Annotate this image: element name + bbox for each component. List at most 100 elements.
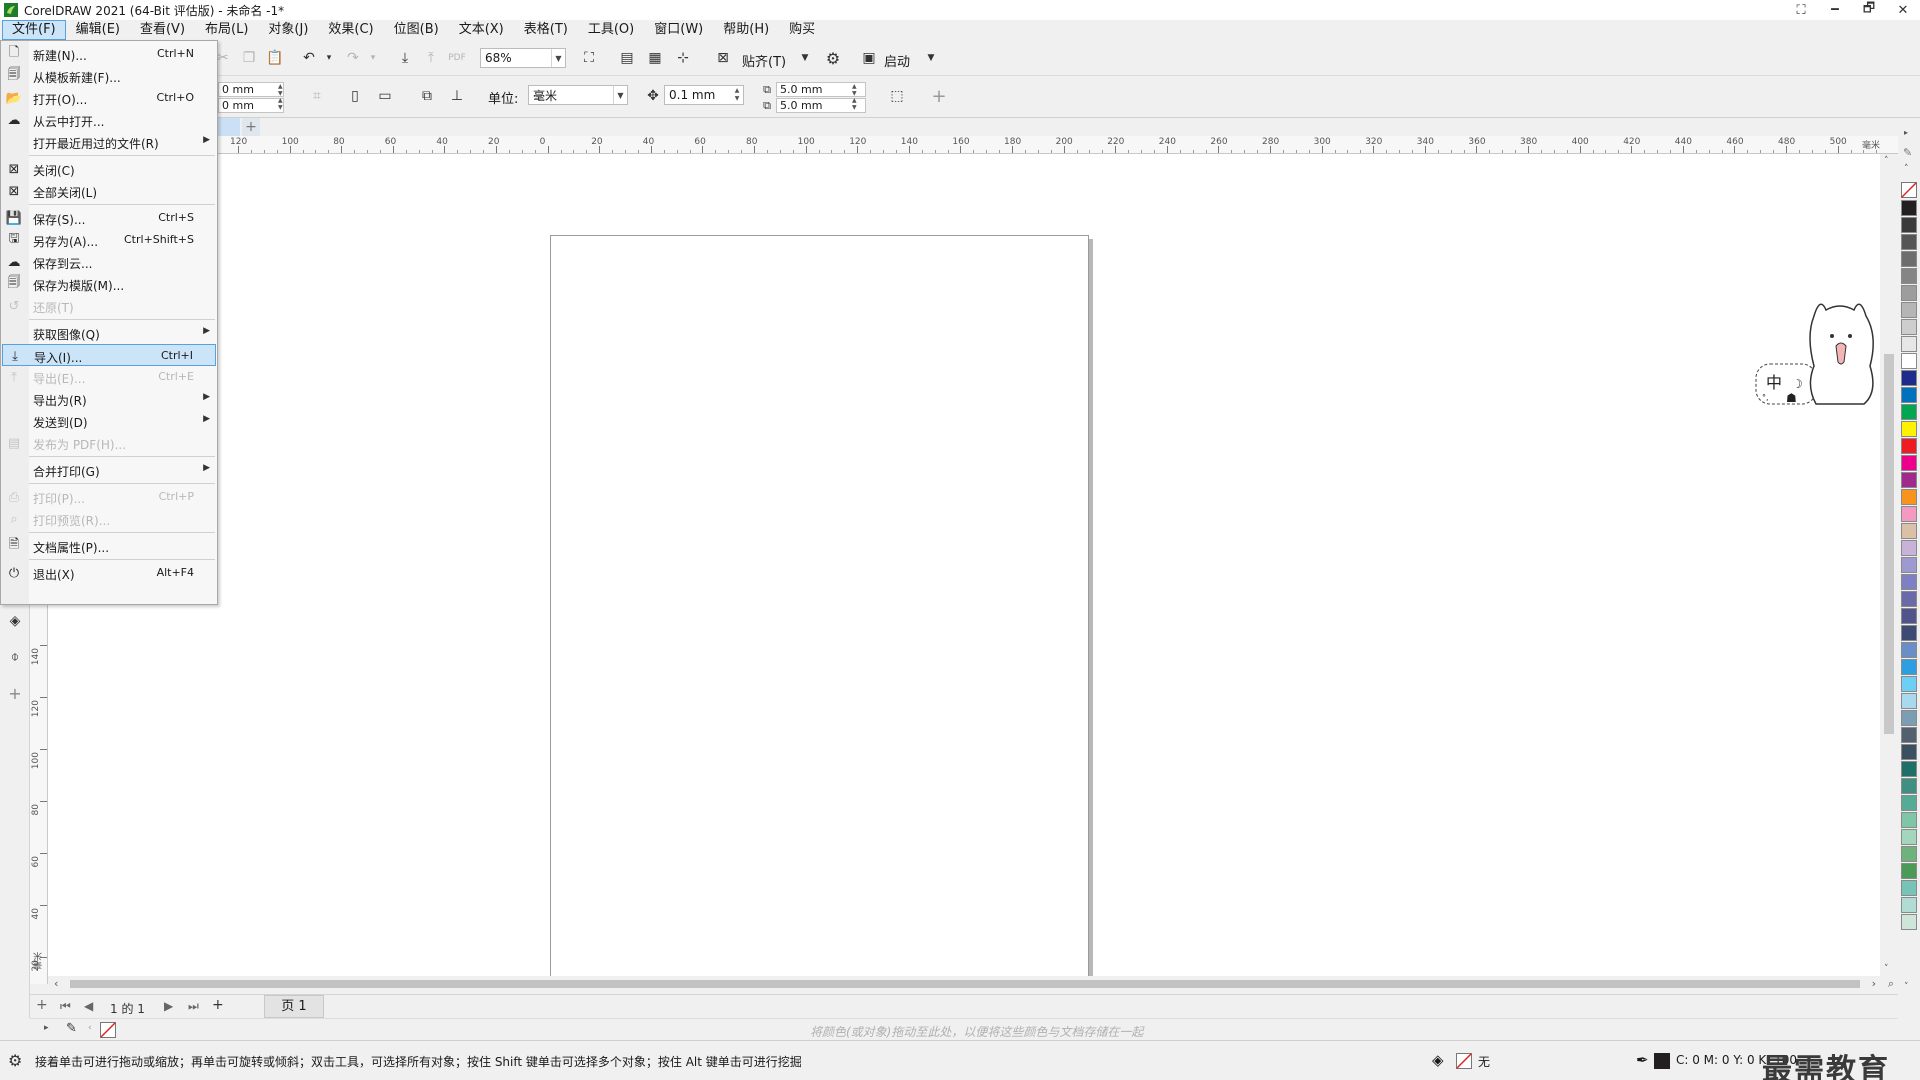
- treat-as-filled-icon[interactable]: ⬚: [886, 85, 908, 107]
- page-tab-1[interactable]: 页 1: [264, 995, 324, 1018]
- color-swatch[interactable]: [1901, 608, 1917, 624]
- file-menu-item[interactable]: 打开最近用过的文件(R) ▶: [2, 131, 216, 153]
- paste-icon[interactable]: 📋: [264, 47, 286, 69]
- palette-scroll-up-icon[interactable]: ˄: [1904, 164, 1909, 174]
- redo-dropdown-icon[interactable]: ▾: [362, 47, 384, 69]
- menu-effects[interactable]: 效果(C): [318, 20, 383, 40]
- outline-color-swatch[interactable]: [1654, 1053, 1670, 1069]
- launch-label[interactable]: 启动: [884, 51, 910, 70]
- nudge-spinner-icon[interactable]: ▲ ▼: [731, 86, 743, 104]
- menu-layout[interactable]: 布局(L): [195, 20, 258, 40]
- palette-eyedropper-icon[interactable]: ✎: [1903, 146, 1912, 159]
- color-swatch[interactable]: [1901, 744, 1917, 760]
- palette-expand-icon[interactable]: ▸: [44, 1023, 49, 1033]
- color-swatch[interactable]: [1901, 676, 1917, 692]
- file-menu-item[interactable]: ⊠ 全部关闭(L): [2, 180, 216, 202]
- snap-off-icon[interactable]: ⊠: [712, 47, 734, 69]
- file-menu-item[interactable]: ☁ 从云中打开...: [2, 109, 216, 131]
- color-swatch[interactable]: [1901, 846, 1917, 862]
- palette-scroll-down-icon[interactable]: ˅: [1904, 982, 1909, 992]
- horizontal-ruler[interactable]: 毫米 120 100 80 60 40 20 0 20 40 60 80 100 120 140 160 18…: [218, 136, 1898, 154]
- add-property-icon[interactable]: +: [928, 85, 950, 107]
- menu-table[interactable]: 表格(T): [514, 20, 578, 40]
- file-menu-item[interactable]: ⤓ 导入(I)... Ctrl+I: [2, 344, 216, 366]
- color-swatch[interactable]: [1901, 642, 1917, 658]
- menu-window[interactable]: 窗口(W): [644, 20, 713, 40]
- file-menu-item[interactable]: 获取图像(Q) ▶: [2, 322, 216, 344]
- copy-icon[interactable]: ❐: [238, 47, 260, 69]
- color-swatch[interactable]: [1901, 506, 1917, 522]
- menu-edit[interactable]: 编辑(E): [66, 20, 130, 40]
- undo-dropdown-icon[interactable]: ▾: [318, 47, 340, 69]
- color-swatch[interactable]: [1901, 523, 1917, 539]
- no-color-swatch[interactable]: [100, 1022, 116, 1038]
- color-swatch[interactable]: [1901, 727, 1917, 743]
- color-swatch[interactable]: [1901, 438, 1917, 454]
- color-swatch[interactable]: [1901, 404, 1917, 420]
- next-page-icon[interactable]: ▶: [164, 999, 173, 1013]
- user-account-icon[interactable]: ⛶: [1784, 0, 1818, 20]
- previous-page-icon[interactable]: ◀: [84, 999, 93, 1013]
- launch-dropdown-icon[interactable]: ▼: [920, 47, 942, 69]
- file-menu-item[interactable]: 🗋 新建(N)... Ctrl+N: [2, 43, 216, 65]
- color-swatch[interactable]: [1901, 268, 1917, 284]
- color-swatch[interactable]: [1901, 659, 1917, 675]
- restore-button[interactable]: 🗗: [1852, 0, 1886, 20]
- vertical-scrollbar[interactable]: ˄ ˅: [1880, 154, 1898, 976]
- file-menu-item[interactable]: 🗐 从模板新建(F)...: [2, 65, 216, 87]
- menu-text[interactable]: 文本(X): [449, 20, 514, 40]
- undo-icon[interactable]: ↶: [298, 47, 320, 69]
- color-swatch[interactable]: [1901, 370, 1917, 386]
- color-swatch[interactable]: [1901, 914, 1917, 930]
- units-select[interactable]: 毫米 ▼: [528, 85, 628, 105]
- horizontal-scroll-thumb[interactable]: [70, 980, 1860, 988]
- color-swatch[interactable]: [1901, 319, 1917, 335]
- color-swatch[interactable]: [1901, 234, 1917, 250]
- close-button[interactable]: ✕: [1886, 0, 1920, 20]
- palette-menu-icon[interactable]: ▸: [1904, 128, 1908, 137]
- color-swatch[interactable]: [1901, 251, 1917, 267]
- nudge-distance-field[interactable]: 0.1 mm ▲ ▼: [664, 85, 744, 105]
- eyedropper-tool-icon[interactable]: ⌽: [4, 646, 26, 668]
- document-page[interactable]: [550, 235, 1089, 984]
- color-swatch[interactable]: [1901, 387, 1917, 403]
- color-swatch[interactable]: [1901, 217, 1917, 233]
- snap-to-label[interactable]: 贴齐(T): [742, 51, 786, 70]
- landscape-page-icon[interactable]: ▭: [374, 85, 396, 107]
- y-position-field[interactable]: 0 mm: [218, 98, 284, 113]
- scroll-up-icon[interactable]: ˄: [1884, 156, 1889, 166]
- color-swatch[interactable]: [1901, 472, 1917, 488]
- launch-icon[interactable]: ▣: [858, 47, 880, 69]
- drawing-canvas[interactable]: [48, 154, 1898, 984]
- file-menu-item[interactable]: ⏻ 退出(X) Alt+F4: [2, 562, 216, 584]
- color-swatch[interactable]: [1901, 778, 1917, 794]
- all-pages-icon[interactable]: ⧉: [416, 85, 438, 107]
- snap-dropdown-icon[interactable]: ▼: [794, 47, 816, 69]
- color-swatch[interactable]: [1901, 693, 1917, 709]
- file-menu-item[interactable]: 合并打印(G) ▶: [2, 459, 216, 481]
- outline-pen-icon[interactable]: ✒: [1636, 1051, 1649, 1069]
- pdf-toolbar-icon[interactable]: PDF: [446, 47, 468, 69]
- menu-file[interactable]: 文件(F): [2, 20, 66, 40]
- menu-bitmaps[interactable]: 位图(B): [384, 20, 449, 40]
- menu-view[interactable]: 查看(V): [130, 20, 195, 40]
- menu-object[interactable]: 对象(J): [258, 20, 318, 40]
- file-menu-item[interactable]: ☁ 保存到云...: [2, 251, 216, 273]
- show-rulers-icon[interactable]: ▤: [616, 47, 638, 69]
- full-screen-icon[interactable]: ⛶: [578, 47, 600, 69]
- color-swatch[interactable]: [1901, 591, 1917, 607]
- color-swatch[interactable]: [1901, 455, 1917, 471]
- color-swatch[interactable]: [1901, 863, 1917, 879]
- first-page-icon[interactable]: ⏮: [60, 999, 71, 1014]
- duplicate-spinner-icon[interactable]: ▲ ▼ ▲ ▼: [852, 83, 857, 111]
- file-menu-item[interactable]: 🖫 另存为(A)... Ctrl+Shift+S: [2, 229, 216, 251]
- palette-no-color-swatch[interactable]: [1901, 182, 1917, 198]
- file-menu-item[interactable]: ⊠ 关闭(C): [2, 158, 216, 180]
- add-tool-icon[interactable]: +: [4, 682, 26, 704]
- color-swatch[interactable]: [1901, 353, 1917, 369]
- color-swatch[interactable]: [1901, 336, 1917, 352]
- zoom-level-field[interactable]: 68% ▼: [480, 48, 566, 68]
- redo-icon[interactable]: ↷: [342, 47, 364, 69]
- zoom-dropdown-icon[interactable]: ▼: [551, 49, 565, 67]
- minimize-button[interactable]: 🗕: [1818, 0, 1852, 20]
